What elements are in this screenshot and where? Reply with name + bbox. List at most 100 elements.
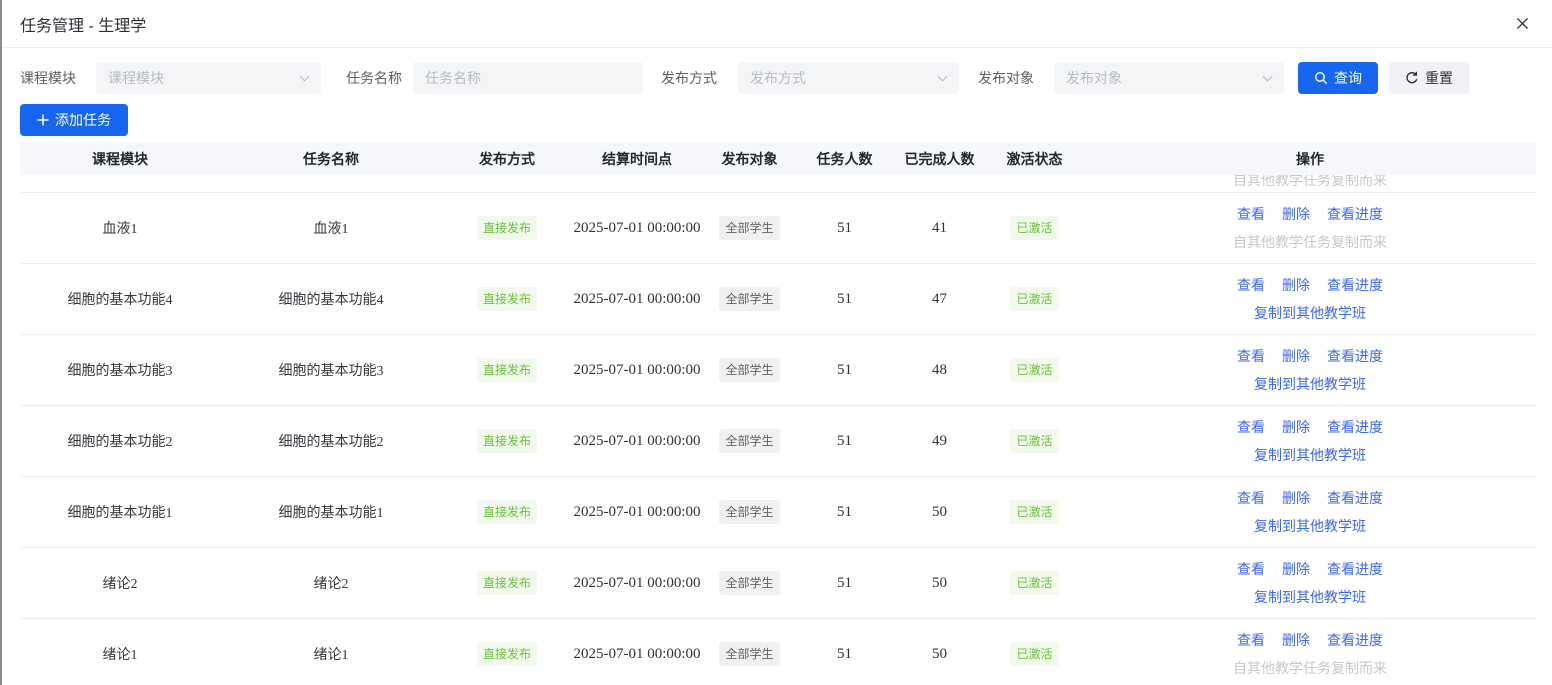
cell-settle-time: 2025-07-01 00:00:00: [573, 432, 701, 449]
header-active-status: 激活状态: [1006, 150, 1063, 167]
copy-to-class-link[interactable]: 复制到其他教学班: [1254, 516, 1366, 536]
view-progress-link[interactable]: 查看进度: [1327, 346, 1383, 366]
cell-settle-time: 2025-07-01 00:00:00: [573, 645, 701, 662]
view-progress-link[interactable]: 查看进度: [1327, 204, 1383, 224]
view-progress-link[interactable]: 查看进度: [1327, 559, 1383, 579]
view-link[interactable]: 查看: [1237, 488, 1265, 508]
cell-task-count: 51: [837, 432, 852, 449]
view-link[interactable]: 查看: [1237, 559, 1265, 579]
delete-link[interactable]: 删除: [1282, 630, 1310, 650]
course-module-label: 课程模块: [20, 70, 76, 86]
table-row: 绪论1 绪论1 直接发布 2025-07-01 00:00:00 全部学生 51…: [20, 619, 1536, 685]
table-row: 细胞的基本功能1 细胞的基本功能1 直接发布 2025-07-01 00:00:…: [20, 477, 1536, 548]
copied-from-note: 自其他教学任务复制而来: [1233, 175, 1387, 188]
delete-link[interactable]: 删除: [1282, 417, 1310, 437]
publish-target-tag: 全部学生: [719, 571, 780, 595]
page-title: 任务管理 - 生理学: [20, 17, 147, 35]
plus-icon: [37, 114, 49, 126]
cell-done-count: 48: [932, 361, 947, 378]
table-header-row: 课程模块 任务名称 发布方式 结算时间点 发布对象 任务人数 已完成人数 激活状…: [20, 142, 1536, 175]
publish-target-label: 发布对象: [978, 70, 1034, 86]
table-row: 绪论2 绪论2 直接发布 2025-07-01 00:00:00 全部学生 51…: [20, 548, 1536, 619]
delete-link[interactable]: 删除: [1282, 204, 1310, 224]
reset-button-label: 重置: [1425, 70, 1453, 86]
refresh-icon: [1406, 71, 1418, 84]
close-icon[interactable]: [1512, 14, 1532, 34]
header-publish-method: 发布方式: [479, 150, 535, 167]
cell-task-count: 51: [837, 219, 852, 236]
view-progress-link[interactable]: 查看进度: [1327, 630, 1383, 650]
publish-method-placeholder: 发布方式: [750, 70, 806, 86]
view-link[interactable]: 查看: [1237, 417, 1265, 437]
copy-to-class-link[interactable]: 复制到其他教学班: [1254, 303, 1366, 323]
delete-link[interactable]: 删除: [1282, 559, 1310, 579]
status-tag: 已激活: [1010, 287, 1059, 311]
add-task-label: 添加任务: [55, 112, 111, 128]
task-table: 课程模块 任务名称 发布方式 结算时间点 发布对象 任务人数 已完成人数 激活状…: [20, 142, 1536, 685]
delete-link[interactable]: 删除: [1282, 275, 1310, 295]
table-row: 细胞的基本功能2 细胞的基本功能2 直接发布 2025-07-01 00:00:…: [20, 406, 1536, 477]
cell-course-module: 血液1: [102, 222, 138, 237]
view-link[interactable]: 查看: [1237, 275, 1265, 295]
view-progress-link[interactable]: 查看进度: [1327, 417, 1383, 437]
copy-to-class-link[interactable]: 复制到其他教学班: [1254, 374, 1366, 394]
publish-target-select[interactable]: 发布对象: [1054, 62, 1284, 94]
cell-task-name: 绪论1: [313, 648, 349, 663]
cell-operations: 查看 删除 查看进度 复制到其他教学班: [1082, 264, 1538, 334]
cell-course-module: 绪论2: [102, 577, 138, 592]
publish-target-tag: 全部学生: [719, 429, 780, 453]
add-task-button[interactable]: 添加任务: [20, 104, 128, 136]
cell-task-count: 51: [837, 290, 852, 307]
delete-link[interactable]: 删除: [1282, 346, 1310, 366]
cell-task-name: 血液1: [313, 222, 349, 237]
publish-method-tag: 直接发布: [476, 429, 537, 453]
cell-operations: 查看 删除 查看进度 复制到其他教学班: [1082, 335, 1538, 405]
header-course-module: 课程模块: [92, 150, 148, 167]
cell-task-name: 细胞的基本功能1: [278, 506, 384, 521]
cell-done-count: 49: [932, 432, 947, 449]
query-button[interactable]: 查询: [1298, 62, 1378, 94]
publish-method-tag: 直接发布: [476, 287, 537, 311]
cell-task-count: 51: [837, 503, 852, 520]
cell-task-name: 细胞的基本功能2: [278, 435, 384, 450]
publish-method-tag: 直接发布: [476, 500, 537, 524]
cell-task-name: 细胞的基本功能4: [278, 293, 384, 308]
chevron-down-icon: [1262, 71, 1273, 82]
cell-settle-time: 2025-07-01 00:00:00: [573, 219, 701, 236]
copy-to-class-link[interactable]: 复制到其他教学班: [1254, 587, 1366, 607]
publish-method-tag: 直接发布: [476, 358, 537, 382]
reset-button[interactable]: 重置: [1389, 62, 1469, 94]
publish-method-select[interactable]: 发布方式: [738, 62, 959, 94]
view-link[interactable]: 查看: [1237, 630, 1265, 650]
view-progress-link[interactable]: 查看进度: [1327, 488, 1383, 508]
course-module-placeholder: 课程模块: [108, 70, 164, 86]
view-link[interactable]: 查看: [1237, 204, 1265, 224]
table-row: 细胞的基本功能3 细胞的基本功能3 直接发布 2025-07-01 00:00:…: [20, 335, 1536, 406]
status-tag: 已激活: [1010, 500, 1059, 524]
cell-settle-time: 2025-07-01 00:00:00: [573, 361, 701, 378]
cell-operations: 查看 删除 查看进度 复制到其他教学班: [1082, 548, 1538, 618]
header-settle-time: 结算时间点: [602, 150, 672, 167]
cell-task-count: 51: [837, 574, 852, 591]
publish-target-tag: 全部学生: [719, 358, 780, 382]
cell-done-count: 47: [932, 290, 947, 307]
view-link[interactable]: 查看: [1237, 346, 1265, 366]
course-module-select[interactable]: 课程模块: [96, 62, 321, 94]
cell-course-module: 细胞的基本功能3: [67, 364, 173, 379]
copy-to-class-link[interactable]: 复制到其他教学班: [1254, 445, 1366, 465]
header-publish-target: 发布对象: [721, 150, 778, 167]
query-button-label: 查询: [1334, 70, 1362, 86]
cell-settle-time: 2025-07-01 00:00:00: [573, 574, 701, 591]
table-body: 自其他教学任务复制而来 血液1 血液1 直接发布 2025-07-01 00:0…: [20, 175, 1536, 685]
delete-link[interactable]: 删除: [1282, 488, 1310, 508]
cell-settle-time: 2025-07-01 00:00:00: [573, 503, 701, 520]
cell-course-module: 细胞的基本功能2: [67, 435, 173, 450]
publish-target-tag: 全部学生: [719, 500, 780, 524]
view-progress-link[interactable]: 查看进度: [1327, 275, 1383, 295]
cell-task-count: 51: [837, 645, 852, 662]
cell-task-count: 51: [837, 361, 852, 378]
cell-done-count: 50: [932, 645, 947, 662]
status-tag: 已激活: [1010, 571, 1059, 595]
cell-course-module: 细胞的基本功能1: [67, 506, 173, 521]
task-name-input[interactable]: [413, 62, 643, 94]
